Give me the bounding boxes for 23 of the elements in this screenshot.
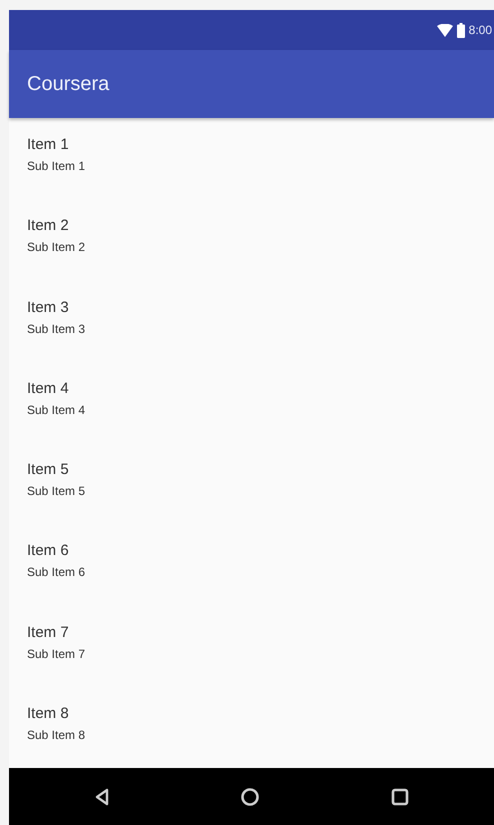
item-subtitle: Sub Item 1 bbox=[27, 159, 86, 173]
item-title: Item 5 bbox=[27, 461, 69, 478]
item-title: Item 6 bbox=[27, 542, 69, 560]
item-title: Item 4 bbox=[27, 380, 69, 397]
battery-icon bbox=[456, 22, 465, 38]
item-title: Item 2 bbox=[27, 217, 69, 234]
item-subtitle: Sub Item 6 bbox=[27, 565, 86, 580]
item-subtitle: Sub Item 5 bbox=[27, 484, 86, 498]
app-title: Coursera bbox=[27, 72, 110, 96]
item-subtitle: Sub Item 3 bbox=[27, 322, 86, 336]
item-title: Item 8 bbox=[27, 704, 69, 722]
item-title: Item 7 bbox=[27, 624, 69, 640]
item-subtitle: Sub Item 2 bbox=[27, 240, 86, 254]
item-subtitle: Sub Item 8 bbox=[27, 728, 86, 742]
item-subtitle: Sub Item 4 bbox=[27, 402, 86, 417]
clock-time: 8:00 bbox=[468, 23, 492, 37]
item-subtitle: Sub Item 7 bbox=[27, 646, 86, 660]
item-title: Item 3 bbox=[27, 298, 69, 316]
recents-button[interactable] bbox=[390, 788, 409, 806]
item-title: Item 1 bbox=[27, 136, 69, 153]
home-button[interactable] bbox=[240, 786, 260, 806]
wifi-icon bbox=[436, 24, 453, 36]
back-button[interactable] bbox=[94, 788, 110, 806]
